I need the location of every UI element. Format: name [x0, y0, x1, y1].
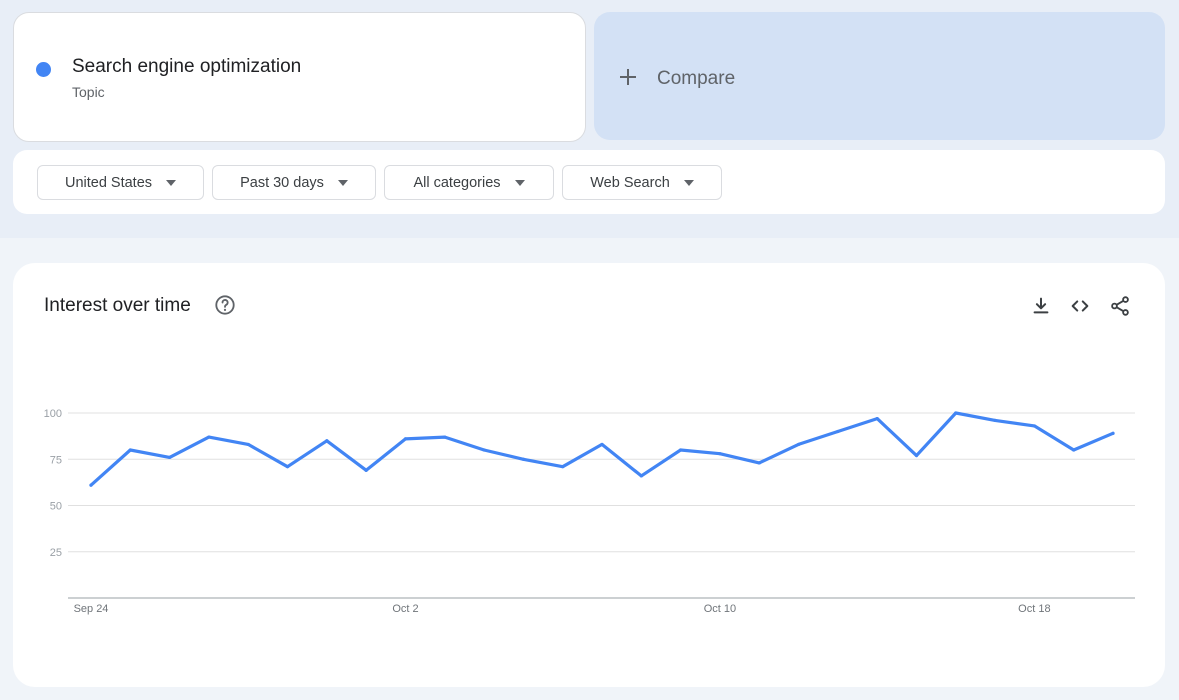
- chevron-down-icon: [337, 179, 348, 186]
- search-type-filter-label: Web Search: [590, 174, 670, 191]
- data-point: [1032, 424, 1036, 428]
- data-point: [914, 453, 919, 458]
- plus-icon: [620, 69, 636, 85]
- chevron-down-icon: [683, 179, 694, 186]
- compare-label: Compare: [657, 68, 736, 89]
- data-point: [600, 442, 604, 447]
- interest-over-time-panel: Interest over time 25 50 75 100 Sep 24 Oct 2O…: [13, 263, 1165, 687]
- x-tick-label: Oct 2: [392, 603, 418, 615]
- search-term-type: Topic: [72, 84, 105, 100]
- interest-line-chart: 25 50 75 100 Sep 24 Oct 2 Oct 10 Oct 18: [44, 408, 1135, 615]
- data-point: [443, 435, 447, 439]
- search-term-name[interactable]: Search engine optimization: [72, 56, 301, 78]
- data-point: [482, 448, 486, 452]
- category-filter-label: All categories: [413, 174, 501, 191]
- y-tick-label: 50: [50, 501, 62, 513]
- series-line: [89, 411, 1115, 487]
- data-point: [1111, 431, 1115, 435]
- data-point: [679, 448, 683, 452]
- y-tick-label: 25: [50, 547, 62, 559]
- chevron-down-icon: [514, 179, 525, 186]
- x-tick-label: Sep 24: [74, 603, 109, 615]
- data-point: [836, 429, 840, 434]
- data-point: [796, 442, 801, 447]
- region-filter[interactable]: United States: [37, 165, 204, 200]
- data-point: [639, 474, 643, 478]
- time-range-filter[interactable]: Past 30 days: [212, 165, 376, 200]
- region-filter-label: United States: [64, 174, 153, 191]
- category-filter[interactable]: All categories: [384, 165, 554, 200]
- y-tick-label: 100: [44, 408, 62, 420]
- search-term-card[interactable]: Search engine optimization Topic: [13, 12, 586, 142]
- data-point: [207, 435, 211, 439]
- x-tick-label: Oct 18: [1018, 603, 1050, 615]
- search-type-filter[interactable]: Web Search: [562, 165, 722, 200]
- data-point: [757, 461, 761, 465]
- chevron-down-icon: [166, 179, 177, 186]
- series-color-dot: [36, 62, 51, 77]
- data-point: [521, 457, 525, 461]
- data-point: [246, 442, 250, 447]
- x-tick-label: Oct 10: [704, 603, 736, 615]
- filter-bar: United States Past 30 days All categorie…: [13, 150, 1165, 214]
- data-point: [128, 448, 132, 452]
- data-point: [168, 455, 172, 459]
- y-tick-label: 75: [50, 454, 62, 466]
- data-point: [364, 468, 368, 472]
- data-point: [285, 465, 290, 469]
- compare-button[interactable]: Compare: [594, 12, 1165, 140]
- data-point: [325, 439, 329, 443]
- data-point: [993, 418, 997, 422]
- data-point: [718, 452, 722, 456]
- data-point: [954, 411, 958, 415]
- data-point: [89, 483, 93, 487]
- data-point: [403, 437, 408, 441]
- data-point: [875, 416, 879, 421]
- data-point: [1072, 448, 1076, 452]
- data-point: [561, 465, 565, 469]
- time-range-filter-label: Past 30 days: [240, 174, 324, 191]
